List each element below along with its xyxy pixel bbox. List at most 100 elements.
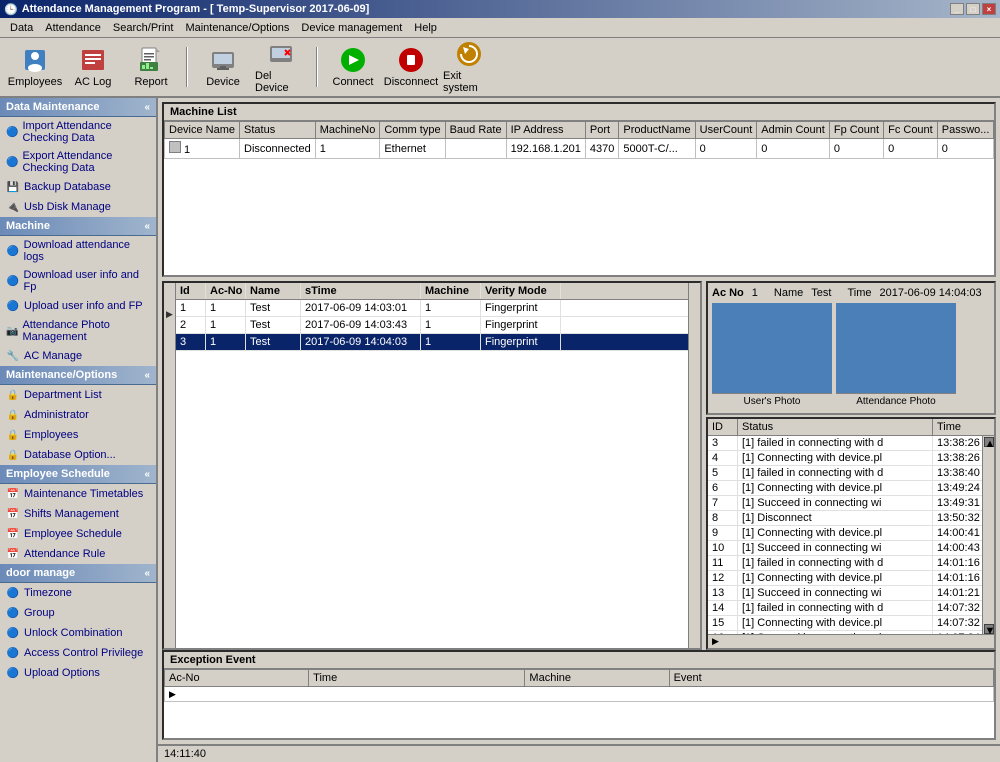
menu-device-mgmt[interactable]: Device management xyxy=(295,20,408,36)
employees-button[interactable]: Employees xyxy=(8,42,62,92)
report-label: Report xyxy=(134,76,167,88)
cell-user-count: 0 xyxy=(695,139,757,159)
exc-col-acno: Ac-No xyxy=(165,670,309,687)
menu-searchprint[interactable]: Search/Print xyxy=(107,20,180,36)
att-photo-icon: 📷 xyxy=(6,324,18,338)
minimize-btn[interactable]: _ xyxy=(950,3,964,15)
sidebar-item-maint-timetables[interactable]: 📅 Maintenance Timetables xyxy=(0,484,156,504)
sidebar-item-import[interactable]: 🔵 Import Attendance Checking Data xyxy=(0,117,156,147)
menu-data[interactable]: Data xyxy=(4,20,39,36)
att-scrollbar[interactable] xyxy=(688,283,700,648)
log-row[interactable]: 11 [1] failed in connecting with d 14:01… xyxy=(708,556,982,571)
sidebar-item-att-photo[interactable]: 📷 Attendance Photo Management xyxy=(0,316,156,346)
cell-port: 4370 xyxy=(585,139,618,159)
connect-button[interactable]: Connect xyxy=(326,42,380,92)
log-row[interactable]: 10 [1] Succeed in connecting wi 14:00:43… xyxy=(708,541,982,556)
section-machine[interactable]: Machine « xyxy=(0,217,156,236)
sidebar-item-download-att[interactable]: 🔵 Download attendance logs xyxy=(0,236,156,266)
att-cell-verify-2: Fingerprint xyxy=(481,317,561,333)
menu-help[interactable]: Help xyxy=(408,20,443,36)
sidebar-item-employees[interactable]: 🔒 Employees xyxy=(0,425,156,445)
log-row[interactable]: 14 [1] failed in connecting with d 14:07… xyxy=(708,601,982,616)
log-row[interactable]: 4 [1] Connecting with device.pl 13:38:26… xyxy=(708,451,982,466)
log-row[interactable]: 5 [1] failed in connecting with d 13:38:… xyxy=(708,466,982,481)
sidebar-item-export-label: Export Attendance Checking Data xyxy=(22,150,150,174)
cell-admin-count: 0 xyxy=(757,139,830,159)
upload-user-icon: 🔵 xyxy=(6,299,20,313)
collapse-maintenance[interactable]: « xyxy=(144,370,150,381)
attendance-row-2[interactable]: 2 1 Test 2017-06-09 14:03:43 1 Fingerpri… xyxy=(176,317,688,334)
section-emp-schedule[interactable]: Employee Schedule « xyxy=(0,465,156,484)
col-port: Port xyxy=(585,122,618,139)
sidebar-item-access-ctrl-label: Access Control Privilege xyxy=(24,647,143,659)
sidebar-item-db-option[interactable]: 🔒 Database Option... xyxy=(0,445,156,465)
col-product-name: ProductName xyxy=(619,122,695,139)
log-row[interactable]: 7 [1] Succeed in connecting wi 13:49:31 … xyxy=(708,496,982,511)
collapse-data-maintenance[interactable]: « xyxy=(144,102,150,113)
exit-button[interactable]: Exit system xyxy=(442,42,496,92)
maximize-btn[interactable]: □ xyxy=(966,3,980,15)
title-bar: 🕒 Attendance Management Program - [ Temp… xyxy=(0,0,1000,18)
sidebar-item-usb[interactable]: 🔌 Usb Disk Manage xyxy=(0,197,156,217)
aclog-button[interactable]: AC Log xyxy=(66,42,120,92)
machine-list-title: Machine List xyxy=(164,104,994,121)
attendance-row-3[interactable]: 3 1 Test 2017-06-09 14:04:03 1 Fingerpri… xyxy=(176,334,688,351)
log-scroll-up[interactable]: ▲ xyxy=(984,437,994,447)
col-fc-count: Fc Count xyxy=(884,122,938,139)
users-photo-container: User's Photo xyxy=(712,303,832,409)
sidebar-item-access-ctrl[interactable]: 🔵 Access Control Privilege xyxy=(0,643,156,663)
log-row[interactable]: 12 [1] Connecting with device.pl 14:01:1… xyxy=(708,571,982,586)
log-row[interactable]: 15 [1] Connecting with device.pl 14:07:3… xyxy=(708,616,982,631)
col-machine-no: MachineNo xyxy=(315,122,380,139)
menu-maintenance[interactable]: Maintenance/Options xyxy=(179,20,295,36)
log-rows-container: 3 [1] failed in connecting with d 13:38:… xyxy=(708,436,982,634)
log-row[interactable]: 13 [1] Succeed in connecting wi 14:01:21… xyxy=(708,586,982,601)
sidebar-item-backup[interactable]: 💾 Backup Database xyxy=(0,177,156,197)
window-controls: _ □ × xyxy=(950,3,996,15)
exc-col-time: Time xyxy=(309,670,525,687)
log-cell-status: [1] failed in connecting with d xyxy=(738,601,933,615)
access-ctrl-icon: 🔵 xyxy=(6,646,20,660)
att-cell-id-2: 2 xyxy=(176,317,206,333)
attendance-row-1[interactable]: 1 1 Test 2017-06-09 14:03:01 1 Fingerpri… xyxy=(176,300,688,317)
section-maintenance[interactable]: Maintenance/Options « xyxy=(0,366,156,385)
collapse-machine[interactable]: « xyxy=(144,221,150,232)
sidebar-item-export[interactable]: 🔵 Export Attendance Checking Data xyxy=(0,147,156,177)
log-row[interactable]: 6 [1] Connecting with device.pl 13:49:24… xyxy=(708,481,982,496)
section-data-maintenance[interactable]: Data Maintenance « xyxy=(0,98,156,117)
sidebar-item-upload-user[interactable]: 🔵 Upload user info and FP xyxy=(0,296,156,316)
sidebar-item-dept[interactable]: 🔒 Department List xyxy=(0,385,156,405)
log-row[interactable]: 3 [1] failed in connecting with d 13:38:… xyxy=(708,436,982,451)
sidebar-item-emp-sched[interactable]: 📅 Employee Schedule xyxy=(0,524,156,544)
sidebar-item-usb-label: Usb Disk Manage xyxy=(24,201,111,213)
sidebar-item-unlock-combo-label: Unlock Combination xyxy=(24,627,122,639)
sidebar-item-timezone[interactable]: 🔵 Timezone xyxy=(0,583,156,603)
section-door-manage[interactable]: door manage « xyxy=(0,564,156,583)
sidebar-item-att-rule[interactable]: 📅 Attendance Rule xyxy=(0,544,156,564)
log-scroll[interactable]: 3 [1] failed in connecting with d 13:38:… xyxy=(708,436,982,634)
sidebar-item-shifts[interactable]: 📅 Shifts Management xyxy=(0,504,156,524)
sidebar-item-unlock-combo[interactable]: 🔵 Unlock Combination xyxy=(0,623,156,643)
sidebar-item-download-user[interactable]: 🔵 Download user info and Fp xyxy=(0,266,156,296)
log-row[interactable]: 9 [1] Connecting with device.pl 14:00:41… xyxy=(708,526,982,541)
att-cell-name-2: Test xyxy=(246,317,301,333)
menu-attendance[interactable]: Attendance xyxy=(39,20,107,36)
del-device-button[interactable]: Del Device xyxy=(254,42,308,92)
close-btn[interactable]: × xyxy=(982,3,996,15)
collapse-emp-schedule[interactable]: « xyxy=(144,469,150,480)
log-row[interactable]: 8 [1] Disconnect 13:50:32 06-09 xyxy=(708,511,982,526)
sidebar-item-admin[interactable]: 🔒 Administrator xyxy=(0,405,156,425)
disconnect-button[interactable]: Disconnect xyxy=(384,42,438,92)
name-value: Test xyxy=(811,287,831,299)
sidebar-item-group[interactable]: 🔵 Group xyxy=(0,603,156,623)
device-button[interactable]: Device xyxy=(196,42,250,92)
table-row[interactable]: 1 Disconnected 1 Ethernet 192.168.1.201 … xyxy=(165,139,995,159)
collapse-door-manage[interactable]: « xyxy=(144,568,150,579)
sidebar-item-ac-manage[interactable]: 🔧 AC Manage xyxy=(0,346,156,366)
time-value: 2017-06-09 14:04:03 xyxy=(879,287,981,299)
log-scrollbar[interactable]: ▲ ▼ xyxy=(982,436,994,634)
log-scroll-down[interactable]: ▼ xyxy=(984,624,994,634)
report-button[interactable]: Report xyxy=(124,42,178,92)
sidebar-item-upload-options[interactable]: 🔵 Upload Options xyxy=(0,663,156,683)
del-device-label: Del Device xyxy=(255,70,307,94)
